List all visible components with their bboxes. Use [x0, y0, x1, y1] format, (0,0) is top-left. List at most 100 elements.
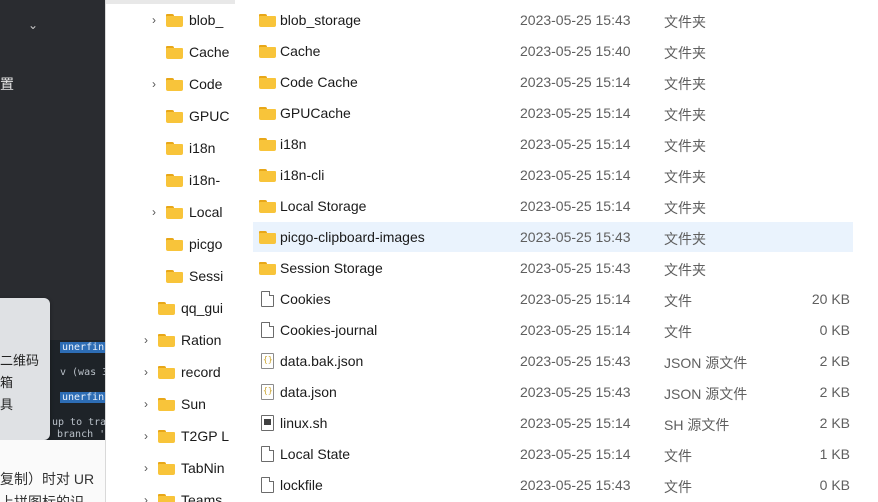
nav-item[interactable]: › T2GP L	[138, 421, 229, 451]
chevron-right-icon[interactable]: ›	[146, 205, 162, 219]
file-row[interactable]: Cookies-journal 2023-05-25 15:14 文件 0 KB	[253, 315, 853, 345]
file-type: 文件夹	[664, 76, 706, 92]
nav-item[interactable]: picgo	[146, 229, 222, 259]
file-row[interactable]: Local State 2023-05-25 15:14 文件 1 KB	[253, 439, 853, 469]
file-row[interactable]: i18n 2023-05-25 15:14 文件夹	[253, 129, 853, 159]
file-row[interactable]: Code Cache 2023-05-25 15:14 文件夹	[253, 67, 853, 97]
row-icon	[259, 76, 276, 92]
folder-icon	[158, 493, 175, 502]
chevron-right-icon[interactable]: ›	[138, 365, 154, 379]
nav-item[interactable]: › blob_	[146, 5, 223, 35]
nav-item[interactable]: › TabNin	[138, 453, 225, 483]
file-name: picgo-clipboard-images	[280, 229, 425, 245]
nav-item-label: Cache	[189, 44, 230, 60]
row-icon	[259, 231, 276, 247]
nav-item[interactable]: › Ration	[138, 325, 221, 355]
folder-icon	[166, 141, 183, 155]
file-date: 2023-05-25 15:43	[520, 384, 631, 400]
file-row[interactable]: data.bak.json 2023-05-25 15:43 JSON 源文件 2 K…	[253, 346, 853, 376]
file-date: 2023-05-25 15:14	[520, 291, 631, 307]
file-icon	[261, 446, 274, 462]
chevron-right-icon[interactable]: ›	[138, 397, 154, 411]
nav-item[interactable]: qq_gui	[138, 293, 223, 323]
file-row[interactable]: picgo-clipboard-images 2023-05-25 15:43 文件…	[253, 222, 853, 252]
chevron-right-icon[interactable]: ›	[138, 493, 154, 502]
file-row[interactable]: lockfile 2023-05-25 15:43 文件 0 KB	[253, 470, 853, 500]
file-name: i18n-cli	[280, 167, 325, 183]
file-name: i18n	[280, 136, 307, 152]
nav-item-label: GPUC	[189, 108, 230, 124]
nav-item-label: record	[181, 364, 221, 380]
nav-item[interactable]: › Teams	[138, 485, 222, 502]
file-name: Cookies-journal	[280, 322, 378, 338]
folder-icon	[166, 269, 183, 283]
file-row[interactable]: GPUCache 2023-05-25 15:14 文件夹	[253, 98, 853, 128]
file-name: Session Storage	[280, 260, 383, 276]
file-type: 文件夹	[664, 231, 706, 247]
file-row[interactable]: Local Storage 2023-05-25 15:14 文件夹	[253, 191, 853, 221]
folder-icon	[259, 169, 276, 182]
nav-item-label: T2GP L	[181, 428, 229, 444]
folder-icon	[158, 301, 175, 315]
chevron-right-icon[interactable]: ›	[146, 13, 162, 27]
background-text-area: 复制）时对 UR 上拼图标的识	[0, 440, 105, 502]
row-icon	[259, 169, 276, 185]
file-date: 2023-05-25 15:14	[520, 167, 631, 183]
file-icon	[261, 322, 274, 338]
nav-item[interactable]: Cache	[146, 37, 229, 67]
chevron-right-icon[interactable]: ›	[138, 429, 154, 443]
terminal-line: branch '	[57, 429, 105, 440]
file-row[interactable]: data.json 2023-05-25 15:43 JSON 源文件 2 KB	[253, 377, 853, 407]
file-row[interactable]: i18n-cli 2023-05-25 15:14 文件夹	[253, 160, 853, 190]
file-name: Code Cache	[280, 74, 358, 90]
folder-icon	[166, 77, 183, 91]
menu-item[interactable]: 二维码	[0, 350, 39, 369]
terminal-line: unerfinn/	[60, 342, 105, 353]
background-text: 上拼图标的识	[0, 494, 84, 502]
file-type: 文件夹	[664, 107, 706, 123]
chevron-right-icon[interactable]: ›	[138, 461, 154, 475]
terminal-line: unerfinn/	[60, 392, 105, 403]
nav-item[interactable]: › Sun	[138, 389, 206, 419]
background-panel	[0, 0, 105, 345]
file-size: 2 KB	[819, 415, 850, 431]
file-type: 文件夹	[664, 169, 706, 185]
nav-item[interactable]: Sessi	[146, 261, 223, 291]
file-row[interactable]: blob_storage 2023-05-25 15:43 文件夹	[253, 5, 853, 35]
file-row[interactable]: Session Storage 2023-05-25 15:43 文件夹	[253, 253, 853, 283]
row-icon	[259, 138, 276, 154]
row-icon	[259, 107, 276, 123]
folder-icon	[166, 173, 183, 187]
file-name: GPUCache	[280, 105, 351, 121]
chevron-right-icon[interactable]: ›	[138, 333, 154, 347]
row-icon	[261, 291, 274, 310]
nav-item[interactable]: GPUC	[146, 101, 229, 131]
terminal-line: up to tra	[52, 417, 105, 428]
folder-icon	[166, 205, 183, 219]
file-type: 文件夹	[664, 138, 706, 154]
menu-item[interactable]: 具	[0, 394, 13, 413]
row-icon	[259, 200, 276, 216]
file-name: lockfile	[280, 477, 323, 493]
chevron-right-icon[interactable]: ›	[146, 77, 162, 91]
menu-item[interactable]: 箱	[0, 372, 13, 391]
nav-item-label: Sessi	[189, 268, 224, 284]
row-icon	[259, 45, 276, 61]
file-row[interactable]: Cache 2023-05-25 15:40 文件夹	[253, 36, 853, 66]
folder-icon	[158, 333, 175, 347]
chevron-down-icon[interactable]: ⌄	[28, 18, 38, 32]
nav-item[interactable]: › Code	[146, 69, 222, 99]
row-icon	[261, 322, 274, 341]
nav-item[interactable]: › Local	[146, 197, 222, 227]
row-icon	[261, 353, 274, 372]
nav-item[interactable]: › record	[138, 357, 221, 387]
nav-item[interactable]: i18n-	[146, 165, 220, 195]
json-file-icon	[261, 384, 274, 400]
file-row[interactable]: linux.sh 2023-05-25 15:14 SH 源文件 2 KB	[253, 408, 853, 438]
file-row[interactable]: Cookies 2023-05-25 15:14 文件 20 KB	[253, 284, 853, 314]
file-date: 2023-05-25 15:14	[520, 105, 631, 121]
file-name: Cookies	[280, 291, 331, 307]
folder-icon	[259, 14, 276, 27]
nav-item[interactable]: i18n	[146, 133, 215, 163]
file-date: 2023-05-25 15:14	[520, 415, 631, 431]
